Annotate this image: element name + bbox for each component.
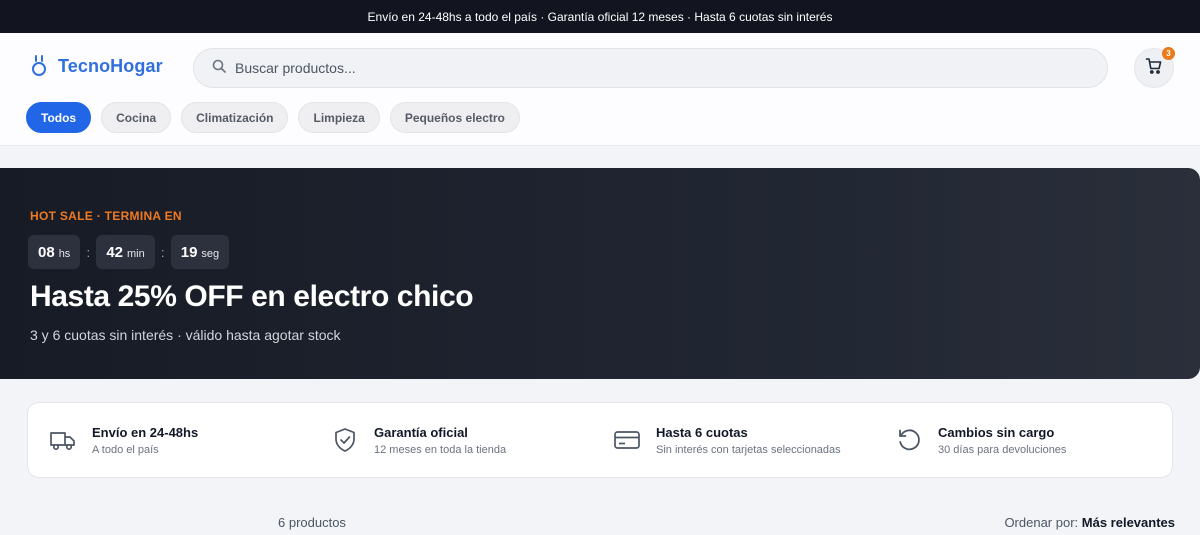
benefit-title: Garantía oficial xyxy=(374,424,468,440)
benefit-returns: Cambios sin cargo 30 días para devolucio… xyxy=(874,403,1156,477)
benefit-shipping: Envío en 24-48hs A todo el país xyxy=(28,403,310,477)
countdown-seconds-unit: seg xyxy=(201,247,220,260)
sort-value: Más relevantes xyxy=(1081,515,1175,530)
cart-count-badge: 3 xyxy=(1162,47,1175,60)
countdown-seconds: 19 seg xyxy=(170,235,230,269)
countdown-hours-unit: hs xyxy=(58,247,71,260)
benefit-desc: Sin interés con tarjetas seleccionadas xyxy=(656,443,841,456)
countdown-minutes-unit: min xyxy=(127,247,145,260)
category-chip-cocina[interactable]: Cocina xyxy=(101,102,172,133)
hero-title: Hasta 25% OFF en electro chico xyxy=(30,280,474,313)
cart-icon xyxy=(1145,57,1163,80)
benefit-desc: A todo el país xyxy=(92,443,159,456)
sort-dropdown[interactable]: Ordenar por: Más relevantes xyxy=(1004,515,1175,530)
site-header: TecnoHogar 3 Todos Cocina Climatización … xyxy=(0,33,1200,146)
search-icon xyxy=(212,59,226,78)
countdown-separator: : xyxy=(86,244,91,260)
category-chip-climatizacion[interactable]: Climatización xyxy=(181,102,289,133)
countdown-hours: 08 hs xyxy=(28,235,81,269)
shield-check-icon xyxy=(330,425,360,455)
power-outlet-icon xyxy=(30,55,48,77)
credit-card-icon xyxy=(612,425,642,455)
search-bar[interactable] xyxy=(193,48,1108,88)
countdown-minutes: 42 min xyxy=(96,235,155,269)
benefit-desc: 12 meses en toda la tienda xyxy=(374,443,507,456)
hot-sale-banner[interactable]: HOT SALE · TERMINA EN 08 hs : 42 min : 1… xyxy=(0,168,1200,379)
hero-subtitle: 3 y 6 cuotas sin interés · válido hasta … xyxy=(30,327,341,343)
benefit-installments: Hasta 6 cuotas Sin interés con tarjetas … xyxy=(592,403,874,477)
countdown-timer: 08 hs : 42 min : 19 seg xyxy=(28,235,230,269)
countdown-separator: : xyxy=(160,244,165,260)
product-count: 6 productos xyxy=(278,515,346,530)
search-input[interactable] xyxy=(235,60,1055,76)
benefit-title: Envío en 24-48hs xyxy=(92,424,199,440)
benefits-strip: Envío en 24-48hs A todo el país Garantía… xyxy=(27,402,1173,478)
countdown-hours-value: 08 xyxy=(38,243,55,261)
sort-label: Ordenar por: xyxy=(1004,515,1082,530)
benefit-title: Cambios sin cargo xyxy=(938,424,1055,440)
announcement-text: Envío en 24-48hs a todo el país · Garant… xyxy=(367,9,833,24)
brand-logo[interactable]: TecnoHogar xyxy=(30,55,163,77)
benefit-title: Hasta 6 cuotas xyxy=(656,424,748,440)
category-chip-pequenos-electro[interactable]: Pequeños electro xyxy=(389,102,520,133)
cart-button[interactable]: 3 xyxy=(1134,47,1175,88)
hero-kicker: HOT SALE · TERMINA EN xyxy=(30,209,182,223)
category-tabs: Todos Cocina Climatización Limpieza Pequ… xyxy=(26,102,520,133)
brand-name: TecnoHogar xyxy=(58,55,163,76)
benefit-desc: 30 días para devoluciones xyxy=(938,443,1067,456)
truck-icon xyxy=(48,425,78,455)
announcement-bar: Envío en 24-48hs a todo el país · Garant… xyxy=(0,0,1200,33)
countdown-minutes-value: 42 xyxy=(106,243,123,261)
benefit-warranty: Garantía oficial 12 meses en toda la tie… xyxy=(310,403,592,477)
category-chip-todos[interactable]: Todos xyxy=(26,102,92,133)
refresh-icon xyxy=(894,425,924,455)
countdown-seconds-value: 19 xyxy=(180,243,198,261)
category-chip-limpieza[interactable]: Limpieza xyxy=(298,102,380,133)
